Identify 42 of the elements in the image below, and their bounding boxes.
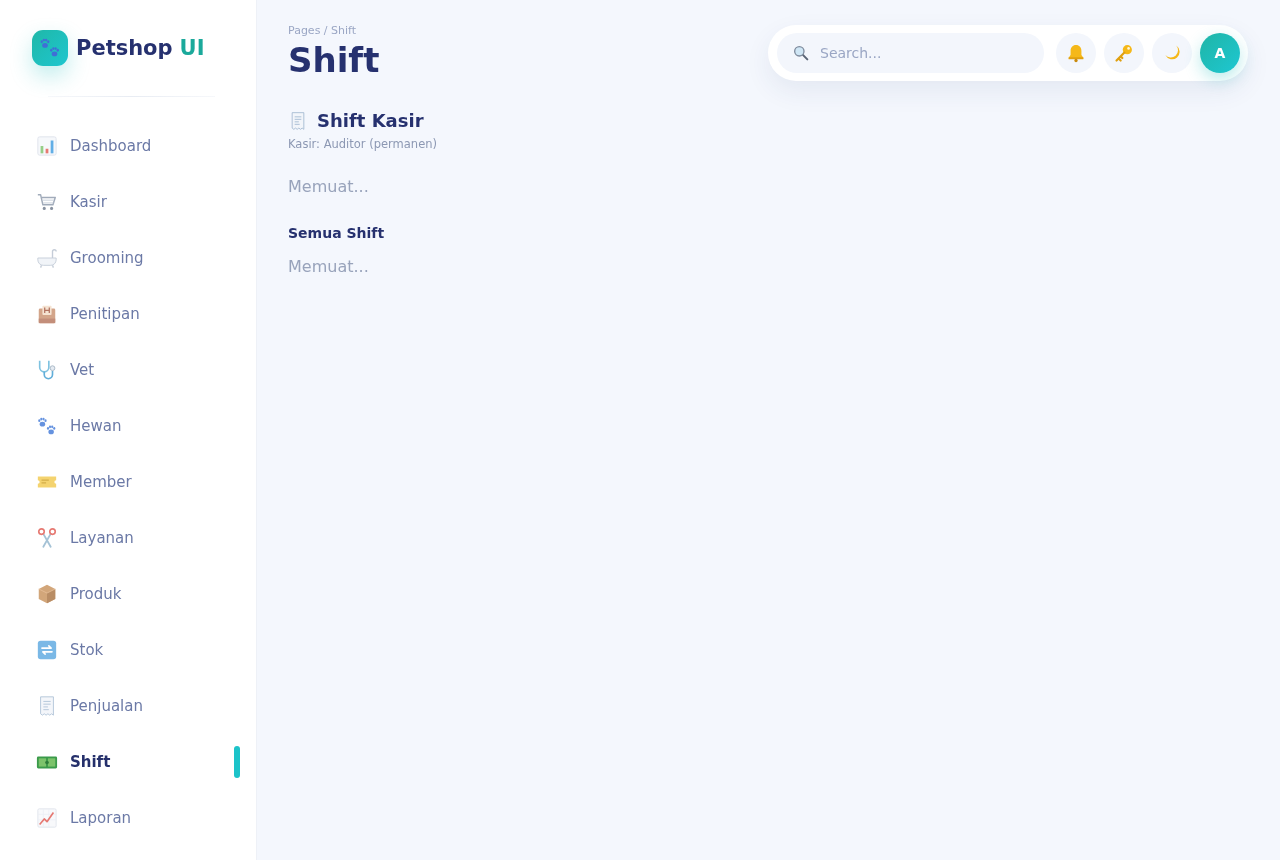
user-avatar[interactable]: A bbox=[1200, 33, 1240, 73]
nav-item[interactable]: Hewan bbox=[20, 398, 240, 454]
breadcrumb: Pages / Shift bbox=[288, 24, 358, 38]
brand-name: Petshop bbox=[76, 36, 173, 60]
line-chart-icon bbox=[36, 807, 58, 829]
nav-item[interactable]: Dashboard bbox=[20, 118, 240, 174]
arrows-icon bbox=[36, 639, 58, 661]
nav-item[interactable]: Shift bbox=[20, 734, 240, 790]
cashier-note: Kasir: Auditor (permanen) bbox=[288, 136, 437, 152]
theme-toggle-button[interactable] bbox=[1152, 33, 1192, 73]
nav-item[interactable]: Penjualan bbox=[20, 678, 240, 734]
loading-text: Memuat... bbox=[288, 176, 369, 198]
active-indicator bbox=[234, 746, 240, 778]
nav-item[interactable]: Laporan bbox=[20, 790, 240, 846]
paw-prints-icon bbox=[36, 415, 58, 437]
page-title: Shift bbox=[288, 40, 380, 80]
key-icon bbox=[1114, 43, 1134, 63]
search-icon bbox=[793, 45, 809, 61]
stethoscope-icon bbox=[36, 359, 58, 381]
nav-item[interactable]: Layanan bbox=[20, 510, 240, 566]
nav-item[interactable]: Stok bbox=[20, 622, 240, 678]
nav-item[interactable]: Kasir bbox=[20, 174, 240, 230]
brand-suffix: UI bbox=[179, 36, 205, 60]
section-title: Semua Shift bbox=[288, 224, 385, 243]
nav-item[interactable]: Penitipan bbox=[20, 286, 240, 342]
scissors-icon bbox=[36, 527, 58, 549]
box-icon bbox=[36, 583, 58, 605]
bathtub-icon bbox=[36, 247, 58, 269]
search-field[interactable]: Search... bbox=[777, 33, 1044, 73]
bell-icon bbox=[1066, 43, 1086, 63]
cart-icon bbox=[36, 191, 58, 213]
loading-text: Memuat... bbox=[288, 256, 369, 278]
hotel-icon bbox=[36, 303, 58, 325]
key-button[interactable] bbox=[1104, 33, 1144, 73]
nav-item[interactable]: Vet bbox=[20, 342, 240, 398]
paw-logo-icon bbox=[32, 30, 68, 66]
nav-item[interactable]: Grooming bbox=[20, 230, 240, 286]
section-title: Shift Kasir bbox=[317, 109, 424, 133]
notifications-button[interactable] bbox=[1056, 33, 1096, 73]
nav-item[interactable]: Member bbox=[20, 454, 240, 510]
nav-item[interactable]: Produk bbox=[20, 566, 240, 622]
bar-chart-icon bbox=[36, 135, 58, 157]
